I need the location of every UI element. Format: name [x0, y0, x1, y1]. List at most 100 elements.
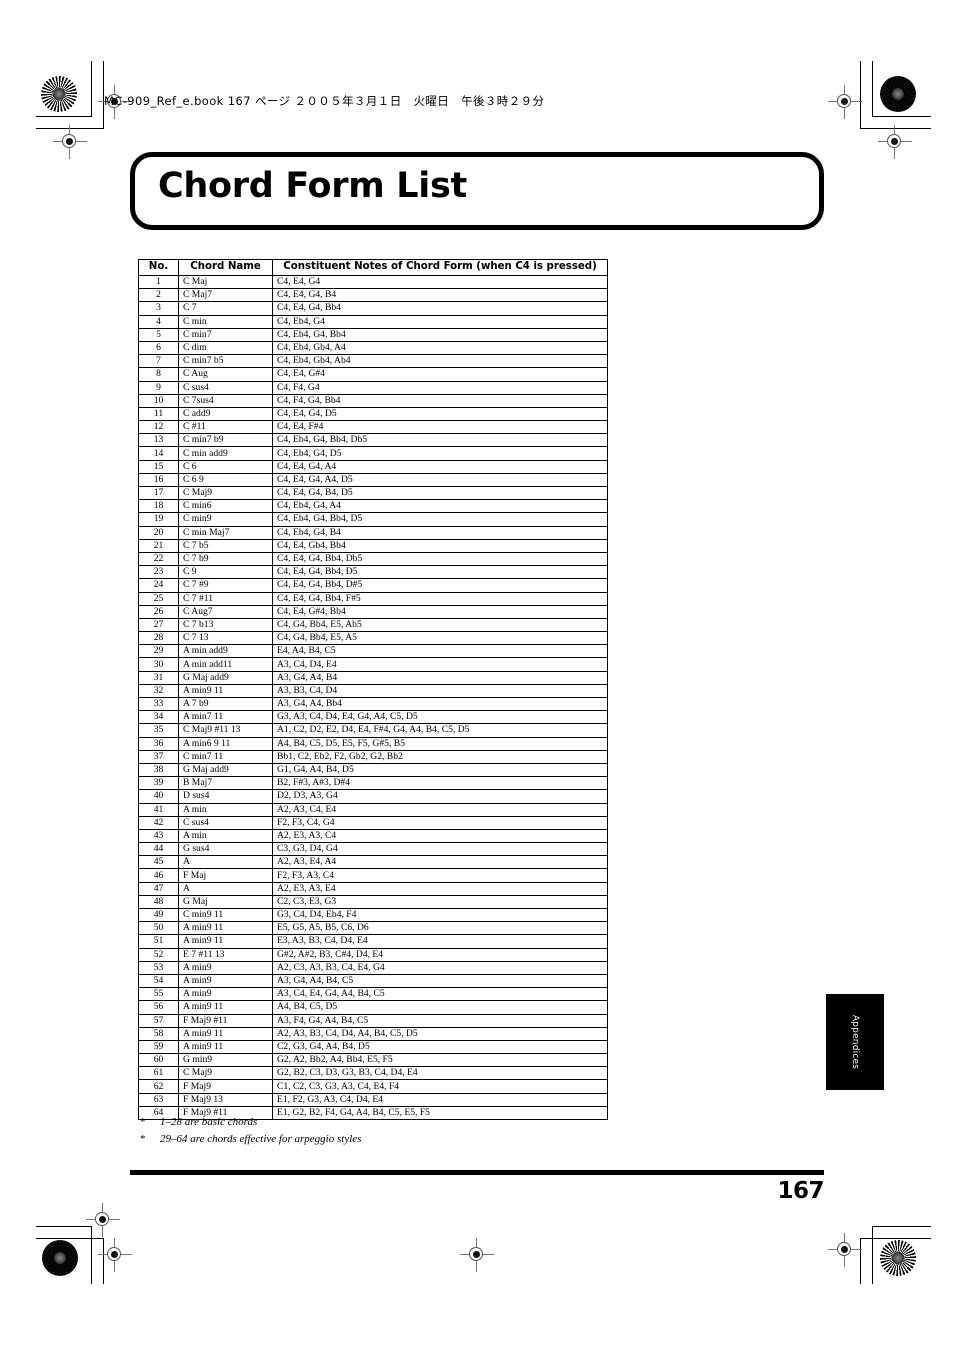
cell-constituent-notes: C4, Eb4, G4, B4	[272, 525, 608, 540]
cell-constituent-notes: G1, G4, A4, B4, D5	[272, 762, 608, 778]
cell-constituent-notes: C4, Eb4, G4, A4	[272, 499, 608, 514]
table-row: 49 C min9 11 G3, C4, D4, Eb4, F4	[138, 907, 608, 923]
footnote-marker: *	[140, 1133, 146, 1146]
cell-no: 43	[138, 828, 179, 844]
table-row: 18 C min6 C4, Eb4, G4, A4	[138, 499, 608, 514]
registration-crosshair-bottom-center	[460, 1238, 494, 1272]
cell-no: 20	[138, 525, 179, 540]
cell-constituent-notes: A4, B4, C5, D5, E5, F5, G#5, B5	[272, 736, 608, 751]
crop-mark-bottom-right-h1	[873, 1226, 931, 1227]
cell-constituent-notes: C4, E4, G4, B4	[272, 288, 608, 303]
registration-crosshair-top-left	[53, 125, 87, 159]
cell-no: 24	[138, 578, 179, 593]
cell-no: 14	[138, 446, 179, 461]
cell-no: 46	[138, 868, 179, 883]
cell-constituent-notes: C4, E4, G4, Bb4, D#5	[272, 578, 608, 593]
cell-constituent-notes: C4, E4, G4, A4, D5	[272, 472, 608, 488]
cell-no: 44	[138, 842, 179, 857]
table-row: 61 C Maj9 G2, B2, C3, D3, G3, B3, C4, D4, …	[138, 1066, 608, 1081]
table-row: 8C Aug C4, E4, G#4	[138, 367, 608, 382]
cell-chord-name: C dim	[178, 340, 273, 356]
table-row: 50 A min9 11 E5, G5, A5, B5, C6, D6	[138, 921, 608, 936]
cell-constituent-notes: C4, Eb4, Gb4, A4	[272, 340, 608, 356]
table-row: 48 G Maj C2, C3, E3, G3	[138, 894, 608, 910]
footer-rule	[130, 1170, 824, 1175]
cell-constituent-notes: C4, E4, G4, Bb4, D5	[272, 565, 608, 580]
table-row: 14 C min add9 C4, Eb4, G4, D5	[138, 446, 608, 461]
cell-no: 62	[138, 1079, 179, 1094]
table-row: 19 C min9 C4, Eb4, G4, Bb4, D5	[138, 512, 608, 527]
cell-no: 4	[138, 314, 179, 329]
cell-chord-name: A min9 11	[178, 934, 273, 949]
cell-no: 23	[138, 565, 179, 580]
cell-chord-name: A min9	[178, 973, 273, 989]
crop-mark-bottom-right-v1	[872, 1226, 873, 1284]
table-row: 42 C sus4 F2, F3, C4, G4	[138, 815, 608, 830]
cell-constituent-notes: C4, E4, F#4	[272, 420, 608, 435]
registration-star-bottom-right	[880, 1240, 916, 1276]
cell-constituent-notes: F2, F3, A3, C4	[272, 868, 608, 883]
cell-chord-name: C 7 #9	[178, 578, 273, 593]
cell-constituent-notes: C4, Eb4, G4, Bb4, D5	[272, 512, 608, 527]
table-row: 23 C 9 C4, E4, G4, Bb4, D5	[138, 565, 608, 580]
cell-no: 21	[138, 538, 179, 553]
crop-mark-bottom-left-h2	[36, 1238, 104, 1239]
table-row: 57 F Maj9 #11 A3, F4, G4, A4, B4, C5	[138, 1013, 608, 1028]
cell-chord-name: C 6 9	[178, 472, 273, 488]
table-row: 52 E 7 #11 13 G#2, A#2, B3, C#4, D4, E4	[138, 947, 608, 962]
cell-no: 3	[138, 301, 179, 316]
table-row: 30 A min add11 A3, C4, D4, E4	[138, 657, 608, 672]
cell-chord-name: C 7 b5	[178, 538, 273, 553]
cell-constituent-notes: C4, Eb4, G4, Bb4	[272, 327, 608, 342]
cell-constituent-notes: D2, D3, A3, G4	[272, 789, 608, 804]
cell-no: 18	[138, 499, 179, 514]
table-row: 24 C 7 #9 C4, E4, G4, Bb4, D#5	[138, 578, 608, 593]
cell-constituent-notes: A3, C4, D4, E4	[272, 657, 608, 672]
footnote-marker: *	[140, 1116, 146, 1128]
cell-chord-name: C min9	[178, 512, 273, 527]
cell-constituent-notes: A2, E3, A3, C4	[272, 828, 608, 844]
cell-no: 58	[138, 1026, 179, 1041]
table-row: 27 C 7 b13 C4, G4, Bb4, E5, Ab5	[138, 617, 608, 633]
cell-no: 10	[138, 393, 179, 408]
cell-no: 52	[138, 947, 179, 962]
chord-form-table: No. Chord Name Constituent Notes of Chor…	[138, 259, 608, 1121]
cell-constituent-notes: E4, A4, B4, C5	[272, 644, 608, 659]
cell-no: 8	[138, 367, 179, 382]
table-row: 59 A min9 11 C2, G3, G4, A4, B4, D5	[138, 1039, 608, 1055]
cell-chord-name: C min	[178, 314, 273, 329]
cell-no: 38	[138, 762, 179, 778]
cell-constituent-notes: C4, E4, G4, A4	[272, 459, 608, 474]
cell-chord-name: C min7 b5	[178, 354, 273, 369]
cell-no: 63	[138, 1092, 179, 1107]
cell-constituent-notes: C4, Eb4, Gb4, Ab4	[272, 354, 608, 369]
cell-chord-name: A min9 11	[178, 1000, 273, 1015]
cell-no: 39	[138, 776, 179, 791]
cell-constituent-notes: F2, F3, C4, G4	[272, 815, 608, 830]
table-row: 46 F Maj F2, F3, A3, C4	[138, 868, 608, 883]
cell-constituent-notes: G3, C4, D4, Eb4, F4	[272, 907, 608, 923]
cell-chord-name: C add9	[178, 406, 273, 422]
cell-constituent-notes: C4, E4, G4	[272, 274, 608, 290]
table-row: 36 A min6 9 11 A4, B4, C5, D5, E5, F5, G#5…	[138, 736, 608, 751]
footnote-list: * 1–28 are basic chords * 29–64 are chords …	[140, 1114, 361, 1148]
cell-no: 57	[138, 1013, 179, 1028]
cell-chord-name: A min9 11	[178, 1039, 273, 1055]
crop-mark-bottom-right-h2	[861, 1238, 931, 1239]
cell-constituent-notes: A2, A3, E4, A4	[272, 855, 608, 870]
cell-chord-name: C min7 11	[178, 749, 273, 764]
cell-no: 12	[138, 420, 179, 435]
cell-constituent-notes: C4, E4, G#4	[272, 367, 608, 382]
crop-mark-top-left-h1	[36, 116, 92, 117]
cell-no: 27	[138, 617, 179, 633]
registration-star-bottom-left	[42, 1240, 78, 1276]
cell-constituent-notes: Bb1, C2, Eb2, F2, Gb2, G2, Bb2	[272, 749, 608, 764]
cell-no: 41	[138, 802, 179, 817]
cell-chord-name: C sus4	[178, 380, 273, 395]
table-row: 12 C #11 C4, E4, F#4	[138, 420, 608, 435]
cell-no: 17	[138, 485, 179, 501]
cell-chord-name: E 7 #11 13	[178, 947, 273, 962]
cell-chord-name: C min add9	[178, 446, 273, 461]
table-row: 32 A min9 11 A3, B3, C4, D4	[138, 683, 608, 699]
table-row: 9C sus4 C4, F4, G4	[138, 380, 608, 395]
